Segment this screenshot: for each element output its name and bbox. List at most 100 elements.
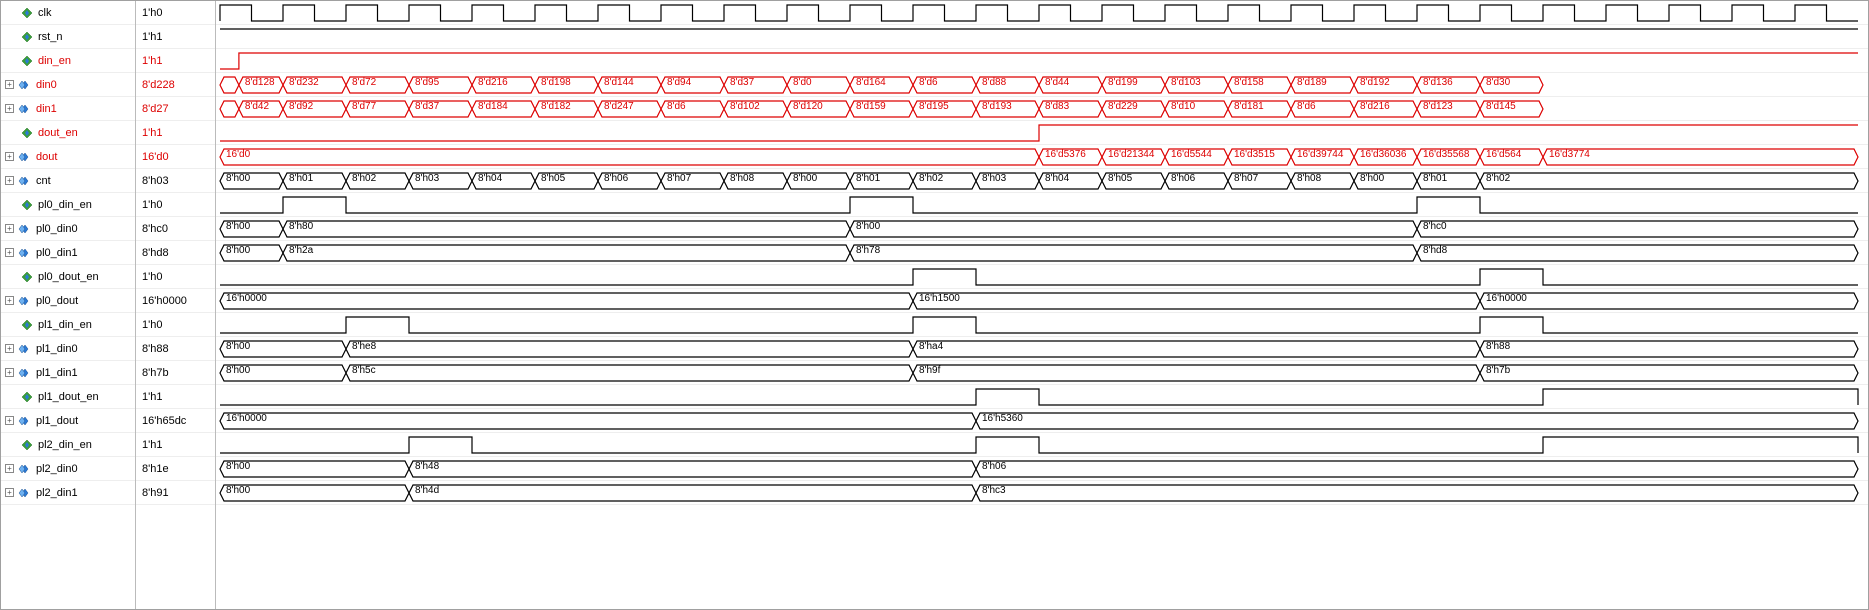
signal-row-name[interactable]: pl0_din_en: [1, 193, 135, 217]
expand-icon[interactable]: +: [5, 368, 14, 377]
expand-icon[interactable]: +: [5, 464, 14, 473]
waveform-row[interactable]: 8'h008'h5c8'h9f8'h7b: [216, 361, 1868, 385]
signal-row-name[interactable]: din_en: [1, 49, 135, 73]
expand-icon[interactable]: +: [5, 344, 14, 353]
signal-row-value[interactable]: 8'h03: [136, 169, 215, 193]
signal-row-value[interactable]: 1'h0: [136, 1, 215, 25]
waveform-row[interactable]: 8'd428'd928'd778'd378'd1848'd1828'd2478'…: [216, 97, 1868, 121]
bus-signal-icon: [18, 366, 32, 380]
signal-name-label: pl0_din_en: [38, 199, 92, 211]
waveform-row[interactable]: 16'h000016'h5360: [216, 409, 1868, 433]
expand-icon[interactable]: +: [5, 176, 14, 185]
signal-value-label: 16'd0: [142, 151, 169, 163]
waveform-row[interactable]: [216, 433, 1868, 457]
waveform-area[interactable]: 8'd1288'd2328'd728'd958'd2168'd1988'd144…: [216, 1, 1868, 609]
signal-row-value[interactable]: 1'h0: [136, 265, 215, 289]
waveform-row[interactable]: [216, 25, 1868, 49]
expand-icon[interactable]: +: [5, 224, 14, 233]
signal-row-value[interactable]: 8'hc0: [136, 217, 215, 241]
waveform-row[interactable]: [216, 49, 1868, 73]
waveform-row[interactable]: 8'h008'h2a8'h788'hd8: [216, 241, 1868, 265]
signal-name-label: pl0_dout: [36, 295, 78, 307]
signal-name-label: pl0_din0: [36, 223, 78, 235]
bus-signal-icon: [18, 222, 32, 236]
waveform-row[interactable]: 8'h008'h4d8'hc3: [216, 481, 1868, 505]
signal-row-value[interactable]: 1'h0: [136, 193, 215, 217]
signal-row-value[interactable]: 8'd228: [136, 73, 215, 97]
signal-name-label: pl2_din0: [36, 463, 78, 475]
signal-row-name[interactable]: + pl1_din1: [1, 361, 135, 385]
signal-name-label: pl1_din1: [36, 367, 78, 379]
signal-row-value[interactable]: 8'h7b: [136, 361, 215, 385]
waveform-row[interactable]: [216, 1, 1868, 25]
signal-name-label: pl1_dout: [36, 415, 78, 427]
signal-row-value[interactable]: 8'd27: [136, 97, 215, 121]
signal-row-value[interactable]: 1'h1: [136, 121, 215, 145]
signal-value-label: 8'h1e: [142, 463, 169, 475]
expand-icon[interactable]: +: [5, 416, 14, 425]
signal-row-value[interactable]: 1'h1: [136, 385, 215, 409]
signal-row-value[interactable]: 16'h65dc: [136, 409, 215, 433]
signal-name-label: rst_n: [38, 31, 62, 43]
waveform-row[interactable]: 8'h008'he88'ha48'h88: [216, 337, 1868, 361]
signal-name-label: pl2_din_en: [38, 439, 92, 451]
signal-value-label: 8'h88: [142, 343, 169, 355]
signal-row-value[interactable]: 1'h1: [136, 25, 215, 49]
signal-value-label: 1'h0: [142, 319, 162, 331]
signal-row-name[interactable]: rst_n: [1, 25, 135, 49]
expand-icon[interactable]: +: [5, 296, 14, 305]
signal-row-name[interactable]: + pl0_din1: [1, 241, 135, 265]
waveform-row[interactable]: 16'h000016'h150016'h0000: [216, 289, 1868, 313]
waveform-row[interactable]: [216, 313, 1868, 337]
waveform-row[interactable]: [216, 121, 1868, 145]
signal-row-name[interactable]: + din0: [1, 73, 135, 97]
signal-row-value[interactable]: 1'h1: [136, 49, 215, 73]
waveform-row[interactable]: [216, 265, 1868, 289]
signal-row-value[interactable]: 8'h88: [136, 337, 215, 361]
signal-row-name[interactable]: + cnt: [1, 169, 135, 193]
signal-row-name[interactable]: pl1_din_en: [1, 313, 135, 337]
signal-row-name[interactable]: pl1_dout_en: [1, 385, 135, 409]
signal-value-label: 1'h1: [142, 55, 162, 67]
waveform-row[interactable]: 8'h008'h488'h06: [216, 457, 1868, 481]
signal-row-value[interactable]: 8'hd8: [136, 241, 215, 265]
signal-row-value[interactable]: 1'h1: [136, 433, 215, 457]
signal-value-label: 1'h1: [142, 439, 162, 451]
signal-name-label: pl2_din1: [36, 487, 78, 499]
signal-row-name[interactable]: + pl1_dout: [1, 409, 135, 433]
signal-row-name[interactable]: clk: [1, 1, 135, 25]
signal-row-name[interactable]: pl0_dout_en: [1, 265, 135, 289]
waveform-row[interactable]: [216, 385, 1868, 409]
signal-row-value[interactable]: 16'h0000: [136, 289, 215, 313]
signal-row-name[interactable]: pl2_din_en: [1, 433, 135, 457]
signal-row-name[interactable]: + pl2_din0: [1, 457, 135, 481]
waveform-row[interactable]: 8'd1288'd2328'd728'd958'd2168'd1988'd144…: [216, 73, 1868, 97]
signal-icon: [20, 54, 34, 68]
expand-icon[interactable]: +: [5, 152, 14, 161]
bus-signal-icon: [18, 246, 32, 260]
signal-row-name[interactable]: + pl2_din1: [1, 481, 135, 505]
expand-icon[interactable]: +: [5, 80, 14, 89]
signal-name-column: clk rst_n din_en+ din0+ din1 dout_en+ do…: [1, 1, 136, 609]
signal-row-value[interactable]: 8'h1e: [136, 457, 215, 481]
expand-icon[interactable]: +: [5, 248, 14, 257]
expand-icon[interactable]: +: [5, 488, 14, 497]
signal-row-name[interactable]: + pl1_din0: [1, 337, 135, 361]
signal-row-name[interactable]: + dout: [1, 145, 135, 169]
signal-row-name[interactable]: + din1: [1, 97, 135, 121]
waveform-viewer: clk rst_n din_en+ din0+ din1 dout_en+ do…: [0, 0, 1869, 610]
signal-row-value[interactable]: 1'h0: [136, 313, 215, 337]
signal-row-name[interactable]: + pl0_dout: [1, 289, 135, 313]
waveform-row[interactable]: 8'h008'h808'h008'hc0: [216, 217, 1868, 241]
signal-name-label: cnt: [36, 175, 51, 187]
signal-row-name[interactable]: + pl0_din0: [1, 217, 135, 241]
waveform-row[interactable]: [216, 193, 1868, 217]
signal-value-label: 1'h1: [142, 31, 162, 43]
waveform-row[interactable]: 16'd016'd537616'd2134416'd554416'd351516…: [216, 145, 1868, 169]
signal-row-value[interactable]: 8'h91: [136, 481, 215, 505]
expand-icon[interactable]: +: [5, 104, 14, 113]
signal-row-name[interactable]: dout_en: [1, 121, 135, 145]
signal-row-value[interactable]: 16'd0: [136, 145, 215, 169]
signal-value-label: 8'hc0: [142, 223, 168, 235]
waveform-row[interactable]: 8'h008'h018'h028'h038'h048'h058'h068'h07…: [216, 169, 1868, 193]
